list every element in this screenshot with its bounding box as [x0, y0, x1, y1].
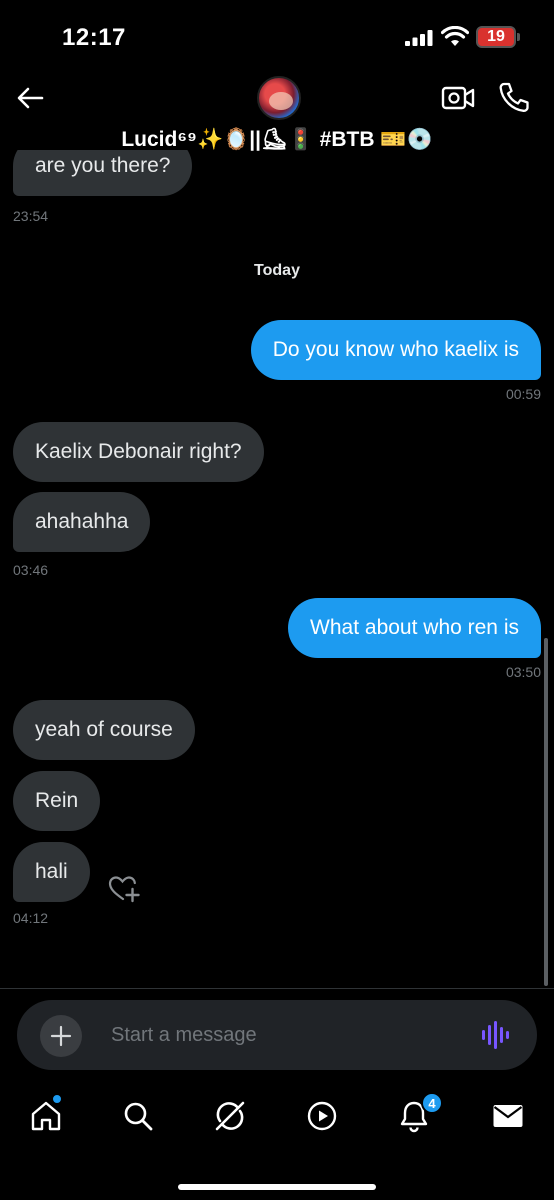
- home-indicator: [178, 1184, 376, 1190]
- nav-search[interactable]: [118, 1096, 158, 1136]
- battery-level: 19: [487, 28, 505, 45]
- message-bubble-incoming[interactable]: are you there?: [13, 150, 193, 196]
- scrollbar[interactable]: [544, 638, 548, 986]
- cellular-signal-icon: [405, 30, 433, 46]
- search-icon: [124, 1102, 153, 1131]
- heart-plus-icon: [108, 876, 140, 903]
- message-input[interactable]: [111, 1020, 451, 1050]
- plus-icon: [50, 1025, 72, 1047]
- battery-indicator: 19: [476, 26, 516, 48]
- message-composer: [17, 1000, 537, 1070]
- nav-video[interactable]: [302, 1096, 342, 1136]
- message-bubble-incoming[interactable]: ahahahha: [13, 492, 151, 552]
- message-timestamp: 23:54: [13, 208, 49, 224]
- message-timestamp: 04:12: [13, 910, 49, 926]
- add-attachment-button[interactable]: [40, 1015, 82, 1057]
- date-separator: Today: [254, 262, 300, 279]
- message-bubble-outgoing[interactable]: What about who ren is: [288, 598, 541, 658]
- contact-avatar[interactable]: [257, 76, 301, 120]
- audio-waveform-icon: [482, 1021, 509, 1049]
- home-icon: [31, 1101, 61, 1131]
- nav-messages[interactable]: [488, 1096, 528, 1136]
- battery-nub: [517, 33, 520, 41]
- message-list[interactable]: are you there? 23:54 Today Do you know w…: [0, 150, 554, 988]
- home-notification-dot: [52, 1094, 62, 1104]
- back-arrow-icon: [17, 87, 44, 109]
- voice-message-button[interactable]: [479, 1018, 513, 1052]
- video-call-button[interactable]: [440, 82, 476, 114]
- message-bubble-incoming[interactable]: hali: [13, 842, 90, 902]
- contact-name[interactable]: Lucid⁶⁹✨🪞||⛸🚦 #BTB 🎫💿: [0, 128, 554, 152]
- phone-icon: [499, 82, 529, 112]
- message-bubble-incoming[interactable]: yeah of course: [13, 700, 195, 760]
- message-bubble-outgoing[interactable]: Do you know who kaelix is: [250, 320, 541, 380]
- wifi-icon: [441, 26, 469, 46]
- message-bubble-incoming[interactable]: Kaelix Debonair right?: [13, 422, 264, 482]
- status-bar: 12:17 19: [0, 0, 554, 70]
- add-reaction-button[interactable]: [108, 874, 142, 904]
- bottom-navigation: 4: [0, 1080, 554, 1200]
- composer-divider: [0, 988, 554, 989]
- play-circle-icon: [307, 1101, 337, 1131]
- message-timestamp: 03:46: [13, 562, 49, 578]
- message-timestamp: 00:59: [505, 386, 541, 402]
- nav-grok[interactable]: [210, 1096, 250, 1136]
- envelope-icon: [493, 1105, 523, 1127]
- status-time: 12:17: [62, 24, 126, 51]
- video-camera-icon: [441, 86, 475, 110]
- message-timestamp: 03:50: [505, 664, 541, 680]
- grok-icon: [215, 1101, 245, 1131]
- notification-count-badge: 4: [421, 1092, 443, 1114]
- message-bubble-incoming[interactable]: Rein: [13, 771, 101, 831]
- voice-call-button[interactable]: [496, 80, 532, 114]
- back-button[interactable]: [12, 82, 48, 114]
